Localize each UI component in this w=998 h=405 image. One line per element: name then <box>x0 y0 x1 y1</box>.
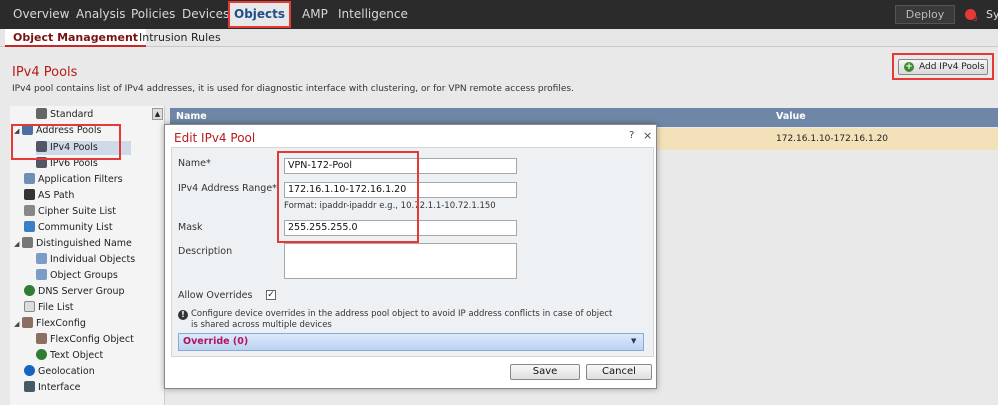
group-icon <box>36 269 47 280</box>
overrides-note-line2: is shared across multiple devices <box>191 320 332 330</box>
tree-item-standard[interactable]: Standard <box>36 108 93 122</box>
nav-intelligence[interactable]: Intelligence <box>338 0 408 29</box>
tree-item-dns-server-group[interactable]: DNS Server Group <box>24 285 125 299</box>
mask-label: Mask <box>178 222 203 233</box>
dn-icon <box>22 237 33 248</box>
table-cell-value: 172.16.1.10-172.16.1.20 <box>776 134 889 144</box>
geolocation-icon <box>24 365 35 376</box>
nav-overview[interactable]: Overview <box>13 0 70 29</box>
expand-arrow-icon: ◢ <box>14 240 20 248</box>
info-icon: ! <box>178 310 188 320</box>
override-expander[interactable]: Override (0) ▼ <box>178 333 644 351</box>
tree-item-flexconfig-object[interactable]: FlexConfig Object <box>36 333 134 347</box>
range-label: IPv4 Address Range* <box>178 183 277 194</box>
tree-item-community-list[interactable]: Community List <box>24 221 113 235</box>
column-header-value[interactable]: Value <box>776 111 806 122</box>
add-ipv4-pools-label: Add IPv4 Pools <box>919 62 985 72</box>
tree-item-individual-objects[interactable]: Individual Objects <box>36 253 135 267</box>
cancel-button[interactable]: Cancel <box>586 364 652 380</box>
interface-icon <box>24 381 35 392</box>
column-header-name[interactable]: Name <box>176 111 207 122</box>
as-path-icon <box>24 189 35 200</box>
standard-icon <box>36 108 47 119</box>
tree-item-as-path[interactable]: AS Path <box>24 189 74 203</box>
allow-overrides-label: Allow Overrides <box>178 290 253 301</box>
tab-intrusion-rules[interactable]: Intrusion Rules <box>139 29 221 47</box>
dialog-title: Edit IPv4 Pool <box>174 131 256 145</box>
override-label: Override (0) <box>183 336 249 347</box>
flexconfig-icon <box>22 317 33 328</box>
text-object-icon <box>36 349 47 360</box>
tree-item-flexconfig[interactable]: ◢ FlexConfig <box>14 317 86 331</box>
top-nav: Overview Analysis Policies Devices Objec… <box>0 0 998 29</box>
scroll-up-arrow[interactable]: ▲ <box>152 108 163 120</box>
overrides-note-line1: Configure device overrides in the addres… <box>191 309 613 319</box>
tree-item-object-groups[interactable]: Object Groups <box>36 269 118 283</box>
page-title: IPv4 Pools <box>12 65 78 80</box>
sub-nav: Object Management Intrusion Rules <box>0 29 998 47</box>
nav-objects[interactable]: Objects <box>228 1 292 28</box>
nav-analysis[interactable]: Analysis <box>76 0 125 29</box>
tree-item-interface[interactable]: Interface <box>24 381 81 395</box>
add-ipv4-pools-button[interactable]: + Add IPv4 Pools <box>898 59 988 75</box>
description-textarea[interactable] <box>284 243 517 279</box>
save-button[interactable]: Save <box>510 364 580 380</box>
fields-highlight-box <box>277 151 419 243</box>
nav-amp[interactable]: AMP <box>302 0 328 29</box>
sidebar-highlight-box <box>11 124 121 160</box>
community-icon <box>24 221 35 232</box>
tree-item-text-object[interactable]: Text Object <box>36 349 103 363</box>
description-label: Description <box>178 246 233 257</box>
tree-item-geolocation[interactable]: Geolocation <box>24 365 95 379</box>
nav-policies[interactable]: Policies <box>131 0 175 29</box>
close-icon[interactable]: × <box>643 129 652 142</box>
cipher-icon <box>24 205 35 216</box>
plus-icon: + <box>904 62 914 72</box>
flexconfig-object-icon <box>36 333 47 344</box>
tree-item-application-filters[interactable]: Application Filters <box>24 173 123 187</box>
help-icon[interactable]: ? <box>629 130 634 141</box>
user-menu[interactable]: Sy <box>986 8 998 21</box>
tab-object-management[interactable]: Object Management <box>5 29 147 47</box>
tree-item-file-list[interactable]: File List <box>24 301 74 315</box>
tree-item-cipher-suite-list[interactable]: Cipher Suite List <box>24 205 116 219</box>
file-icon <box>24 301 35 312</box>
filter-icon <box>24 173 35 184</box>
add-button-highlight: + Add IPv4 Pools <box>892 53 994 80</box>
alert-count: 3 <box>973 15 978 23</box>
chevron-down-icon: ▼ <box>631 337 637 345</box>
page-description: IPv4 pool contains list of IPv4 addresse… <box>12 84 574 94</box>
nav-devices[interactable]: Devices <box>182 0 229 29</box>
object-icon <box>36 253 47 264</box>
dns-icon <box>24 285 35 296</box>
edit-ipv4-pool-dialog: Edit IPv4 Pool ? × Name* VPN-172-Pool IP… <box>164 124 657 389</box>
expand-arrow-icon: ◢ <box>14 320 20 328</box>
allow-overrides-checkbox[interactable]: ✓ <box>266 290 276 300</box>
form-panel: Name* VPN-172-Pool IPv4 Address Range* 1… <box>171 147 654 357</box>
deploy-button[interactable]: Deploy <box>895 5 955 24</box>
name-label: Name* <box>178 158 211 169</box>
tree-item-distinguished-name[interactable]: ◢ Distinguished Name <box>14 237 132 251</box>
